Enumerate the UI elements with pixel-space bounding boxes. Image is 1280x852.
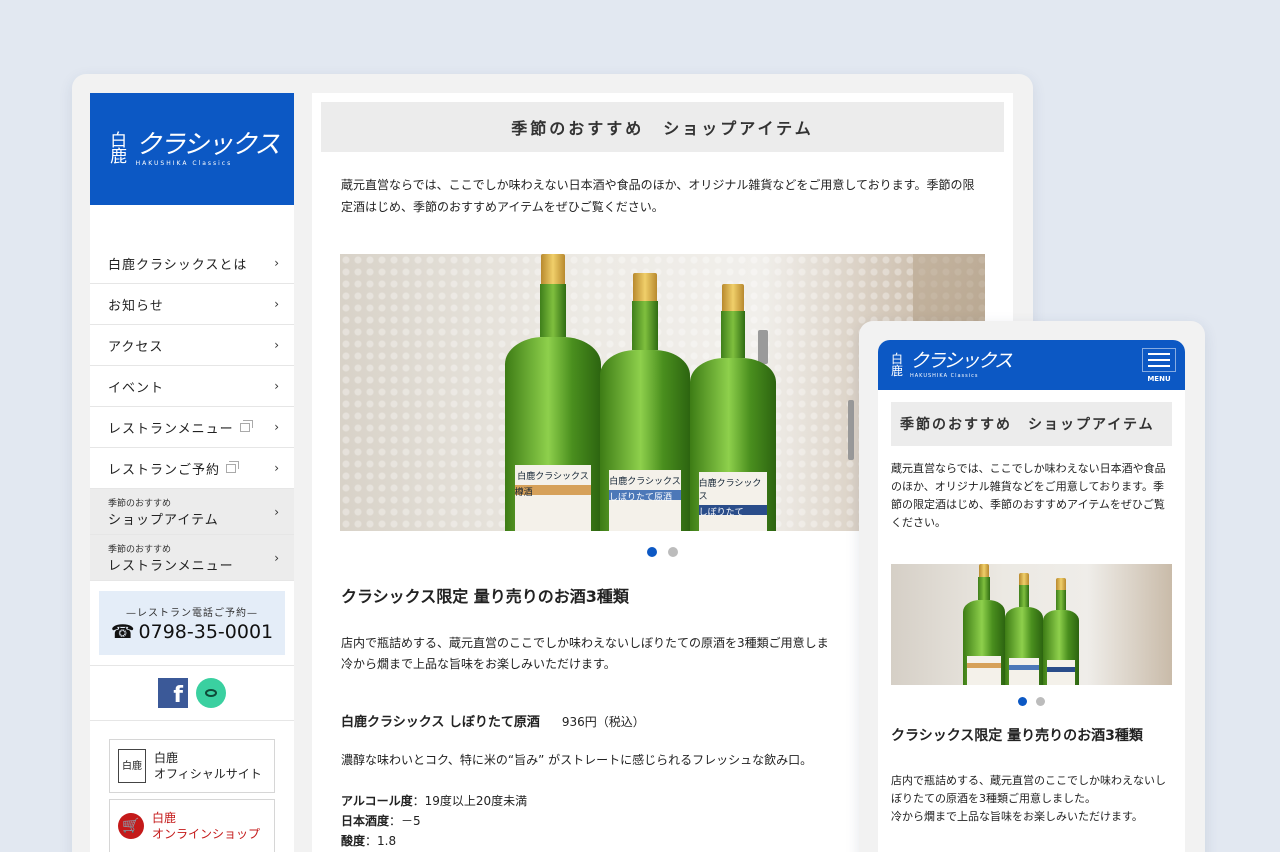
- nav-label: アクセス: [108, 339, 164, 355]
- section-title: 季節のおすすめ ショップアイテム: [321, 102, 1004, 152]
- spec-key: 酸度: [341, 834, 366, 848]
- bottle-sublabel: しぼりたて原酒: [609, 489, 681, 503]
- description-line1: 店内で瓶詰めする、蔵元直営のここでしか味わえないしぼりたての原酒を3種類ご用意し…: [341, 636, 829, 650]
- chevron-right-icon: ›: [274, 297, 280, 311]
- nav-item-restaurant-menu[interactable]: レストランメニュー ›: [90, 407, 294, 448]
- spec-value: ：1.8: [365, 834, 397, 848]
- bottle-sublabel: 樽酒: [514, 485, 592, 498]
- description-line2: 冷から燗まで上品な旨味をお楽しみいただけます。: [891, 810, 1143, 823]
- nav-item-access[interactable]: アクセス ›: [90, 325, 294, 366]
- phone-reservation-box[interactable]: —レストラン電話ご予約— ☎ 0798-35-0001: [99, 591, 285, 655]
- nav-label: レストランメニュー: [108, 421, 234, 437]
- sidebar: 白鹿 クラシックス HAKUSHIKA Classics 白鹿クラシックスとは …: [90, 93, 294, 852]
- description-line2: 冷から燗まで上品な旨味をお楽しみいただけます。: [341, 657, 616, 671]
- intro-text: 蔵元直営ならでは、ここでしか味わえない日本酒や食品のほか、オリジナル雑貨などをご…: [341, 178, 975, 214]
- carousel-dot-2[interactable]: [668, 547, 678, 557]
- spec-value: ：19度以上20度未満: [412, 794, 528, 808]
- nav-item-news[interactable]: お知らせ ›: [90, 284, 294, 325]
- hakushika-seal-icon: 白鹿: [118, 749, 146, 783]
- spec-key: アルコール度: [341, 794, 413, 808]
- mobile-carousel-dots: [891, 697, 1172, 706]
- nav-item-seasonal-menu[interactable]: 季節のおすすめ レストランメニュー ›: [90, 535, 294, 581]
- nav-item-restaurant-reservation[interactable]: レストランご予約 ›: [90, 448, 294, 489]
- spec-value: ：－5: [389, 814, 421, 828]
- mobile-device-frame: 白鹿 クラシックス HAKUSHIKA Classics MENU 季節のおすす…: [859, 321, 1205, 852]
- carousel-dot-2[interactable]: [1036, 697, 1045, 706]
- phone-icon: ☎: [110, 620, 135, 643]
- bottle-sublabel: しぼりたて: [698, 505, 768, 518]
- chevron-right-icon: ›: [274, 256, 280, 270]
- facebook-icon[interactable]: f: [158, 678, 188, 708]
- logo-kanji: 白鹿: [890, 352, 903, 378]
- logo-english: HAKUSHIKA Classics: [135, 160, 233, 167]
- official-site-banner[interactable]: 白鹿 白鹿 オフィシャルサイト: [109, 739, 275, 793]
- chevron-right-icon: ›: [274, 461, 280, 475]
- product-name: 白鹿クラシックス しぼりたて原酒: [341, 715, 540, 730]
- sake-bottle: [1005, 573, 1043, 685]
- external-link-icon: [226, 460, 240, 473]
- sake-bottle: 白鹿クラシックス 樽酒: [505, 254, 601, 531]
- hamburger-menu-button[interactable]: MENU: [1139, 345, 1179, 385]
- mobile-product-heading: クラシックス限定 量り売りのお酒3種類: [891, 728, 1143, 744]
- mobile-sake-bottles-photo[interactable]: [891, 564, 1172, 685]
- mobile-content: 季節のおすすめ ショップアイテム 蔵元直営ならでは、ここでしか味わえない日本酒や…: [878, 390, 1185, 852]
- banner-line2: オンラインショップ: [152, 827, 261, 841]
- mobile-section-title: 季節のおすすめ ショップアイテム: [891, 402, 1172, 446]
- sake-bottle: 白鹿クラシックスしぼりたて: [690, 284, 776, 531]
- nav-label: お知らせ: [108, 298, 164, 314]
- sake-bottle: 白鹿クラシックス しぼりたて原酒: [600, 273, 690, 531]
- sake-bottle: [963, 564, 1005, 685]
- nav-small-label: 季節のおすすめ: [108, 544, 172, 555]
- phone-number: 0798-35-0001: [138, 620, 274, 643]
- bottle-label: 白鹿クラシックス: [698, 479, 762, 503]
- sake-bottle: [1043, 578, 1079, 685]
- nav-small-label: 季節のおすすめ: [108, 498, 172, 509]
- carousel-dot-1[interactable]: [1018, 697, 1027, 706]
- logo-katakana: クラシックス: [135, 130, 281, 160]
- nav-item-seasonal-shop[interactable]: 季節のおすすめ ショップアイテム ›: [90, 489, 294, 535]
- chevron-right-icon: ›: [274, 504, 280, 519]
- spec-key: 日本酒度: [341, 814, 390, 828]
- shopping-cart-icon: 🛒: [118, 813, 144, 839]
- mobile-logo[interactable]: 白鹿 クラシックス HAKUSHIKA Classics: [888, 350, 1013, 380]
- nav-label: イベント: [108, 380, 165, 396]
- chevron-right-icon: ›: [274, 379, 280, 393]
- online-shop-banner[interactable]: 🛒 白鹿 オンラインショップ: [109, 799, 275, 852]
- menu-label: MENU: [1147, 374, 1171, 383]
- product-price: 936円（税込）: [561, 715, 645, 729]
- chevron-right-icon: ›: [274, 550, 280, 565]
- banner-line1: 白鹿: [152, 811, 177, 825]
- chevron-right-icon: ›: [274, 338, 280, 352]
- logo-kanji: 白鹿: [110, 131, 128, 167]
- hamburger-icon: [1142, 347, 1176, 372]
- mobile-header: 白鹿 クラシックス HAKUSHIKA Classics MENU: [878, 340, 1185, 390]
- tripadvisor-icon[interactable]: [196, 678, 226, 708]
- site-logo[interactable]: 白鹿 クラシックス HAKUSHIKA Classics: [90, 93, 294, 205]
- chevron-right-icon: ›: [274, 420, 280, 434]
- banner-line1: 白鹿: [154, 751, 179, 765]
- external-link-icon: [239, 419, 253, 432]
- carousel-dot-1[interactable]: [647, 547, 657, 557]
- phone-caption: —レストラン電話ご予約—: [126, 607, 258, 619]
- bottle-label: 白鹿クラシックス: [517, 472, 589, 483]
- nav-label: 白鹿クラシックスとは: [108, 257, 248, 273]
- nav-item-about[interactable]: 白鹿クラシックスとは ›: [90, 243, 294, 284]
- description-line1: 店内で瓶詰めする、蔵元直営のここでしか味わえないしぼりたての原酒を3種類ご用意し…: [891, 774, 1166, 805]
- nav-item-events[interactable]: イベント ›: [90, 366, 294, 407]
- bottle-label: 白鹿クラシックス: [609, 476, 681, 487]
- banner-line2: オフィシャルサイト: [154, 767, 262, 781]
- logo-english: HAKUSHIKA Classics: [910, 373, 979, 379]
- mobile-intro-text: 蔵元直営ならでは、ここでしか味わえない日本酒や食品のほか、オリジナル雑貨などをご…: [891, 462, 1166, 529]
- sidebar-nav: 白鹿クラシックスとは › お知らせ › アクセス › イベント › レストランメ…: [90, 243, 294, 581]
- nav-label: レストランご予約: [108, 462, 221, 478]
- nav-big-label: ショップアイテム: [108, 512, 219, 528]
- mobile-product-description: 店内で瓶詰めする、蔵元直営のここでしか味わえないしぼりたての原酒を3種類ご用意し…: [891, 772, 1172, 826]
- nav-big-label: レストランメニュー: [108, 558, 234, 574]
- logo-katakana: クラシックス: [910, 350, 1013, 372]
- social-links: f: [90, 665, 294, 721]
